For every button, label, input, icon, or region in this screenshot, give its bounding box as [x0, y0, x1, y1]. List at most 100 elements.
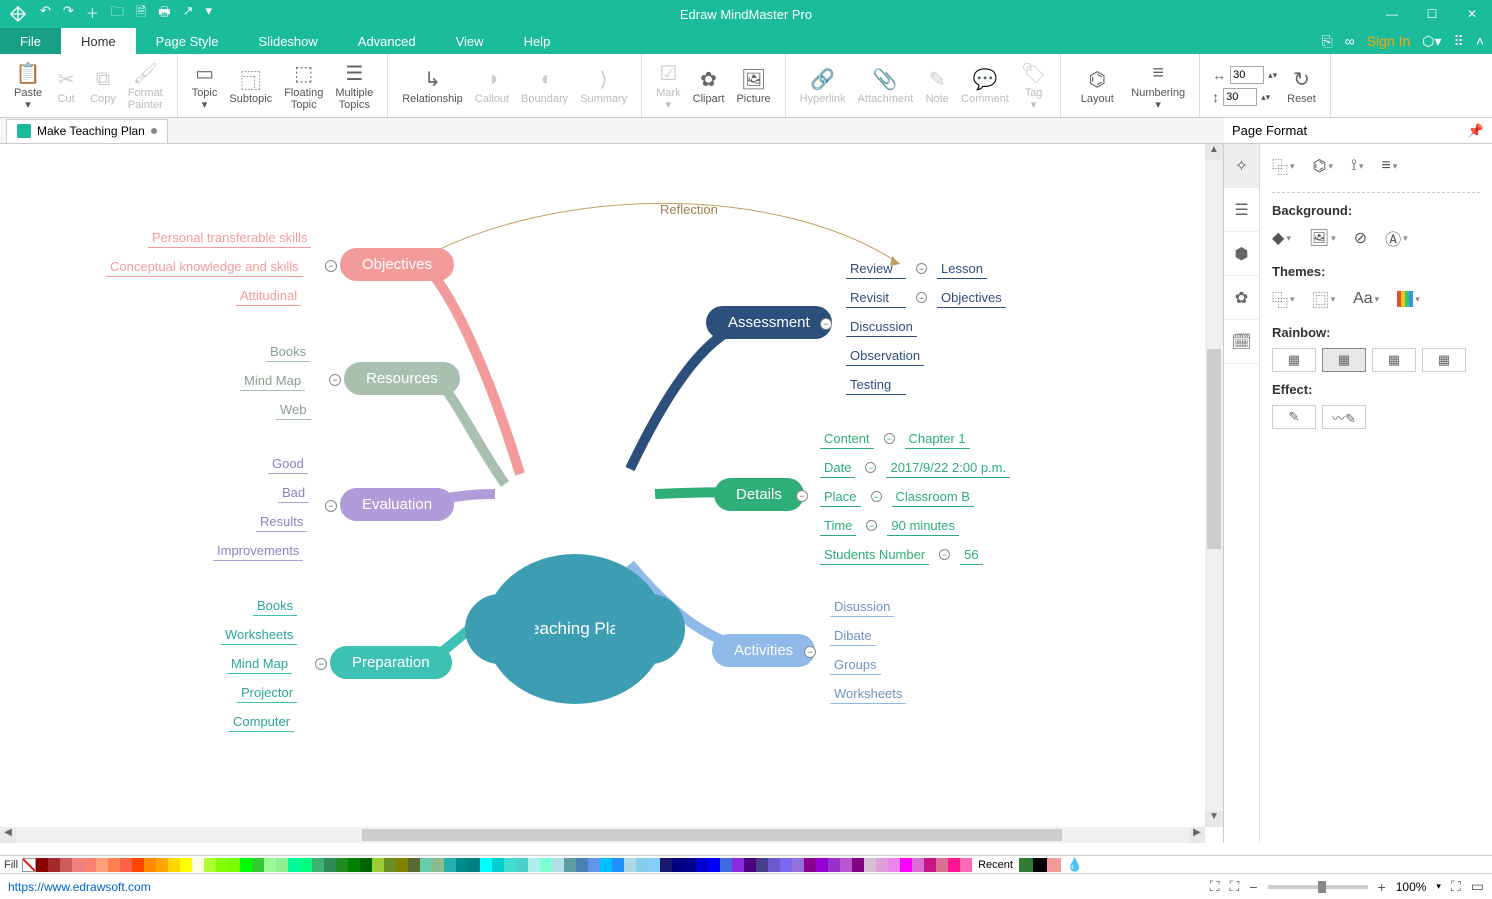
- scroll-down-icon[interactable]: ▼: [1205, 811, 1223, 827]
- color-swatch[interactable]: [552, 858, 564, 872]
- theme-font-button[interactable]: Aa▾: [1353, 290, 1379, 308]
- color-swatch[interactable]: [360, 858, 372, 872]
- color-swatch[interactable]: [720, 858, 732, 872]
- tab-view[interactable]: View: [436, 28, 504, 54]
- color-swatch[interactable]: [792, 858, 804, 872]
- rainbow-option-1[interactable]: ▦: [1272, 348, 1316, 372]
- color-swatch[interactable]: [636, 858, 648, 872]
- copy-button[interactable]: ⧉Copy: [84, 58, 122, 113]
- panel-tab-iconset[interactable]: ⬢: [1224, 232, 1259, 276]
- color-swatch[interactable]: [156, 858, 168, 872]
- zoom-out-icon[interactable]: −: [1249, 879, 1257, 895]
- color-swatch[interactable]: [384, 858, 396, 872]
- color-swatch[interactable]: [432, 858, 444, 872]
- color-swatch[interactable]: [300, 858, 312, 872]
- recent-color-swatch[interactable]: [1047, 858, 1061, 872]
- maximize-button[interactable]: ☐: [1412, 0, 1452, 28]
- vertical-scrollbar[interactable]: ▲ ▼: [1205, 144, 1223, 827]
- color-swatch[interactable]: [264, 858, 276, 872]
- sub-node[interactable]: 56: [960, 545, 982, 565]
- color-swatch[interactable]: [60, 858, 72, 872]
- numbering-button[interactable]: ≡Numbering▾: [1125, 58, 1191, 113]
- sub-node[interactable]: Projector: [237, 683, 297, 703]
- color-swatch[interactable]: [348, 858, 360, 872]
- branch-preparation[interactable]: Preparation: [330, 646, 452, 679]
- document-tab[interactable]: Make Teaching Plan: [6, 119, 168, 143]
- collapse-toggle[interactable]: −: [315, 658, 327, 670]
- layout-button[interactable]: ⌬Layout: [1069, 58, 1125, 113]
- sub-node[interactable]: Chapter 1: [905, 429, 970, 449]
- color-swatch[interactable]: [600, 858, 612, 872]
- connector-style-button[interactable]: ⌬▾: [1313, 156, 1334, 176]
- note-button[interactable]: ✎Note: [919, 58, 955, 113]
- branch-evaluation[interactable]: Evaluation: [340, 488, 454, 521]
- multiple-topics-button[interactable]: ☰Multiple Topics: [329, 58, 379, 113]
- zoom-in-icon[interactable]: +: [1378, 879, 1386, 895]
- sub-node[interactable]: Attitudinal: [236, 286, 301, 306]
- color-swatch[interactable]: [708, 858, 720, 872]
- share-icon[interactable]: ⎘: [1322, 33, 1333, 50]
- topic-button[interactable]: ▭Topic▾: [186, 58, 224, 113]
- sub-node[interactable]: Web: [276, 400, 311, 420]
- color-swatch[interactable]: [120, 858, 132, 872]
- color-swatch[interactable]: [420, 858, 432, 872]
- qat-more-icon[interactable]: ▾: [205, 3, 212, 25]
- hspacing-input[interactable]: [1230, 66, 1264, 84]
- color-swatch[interactable]: [456, 858, 468, 872]
- sub-node[interactable]: Personal transferable skills: [148, 228, 311, 248]
- color-swatch[interactable]: [780, 858, 792, 872]
- branch-resources[interactable]: Resources: [344, 362, 460, 395]
- sub-node[interactable]: Students Number: [820, 545, 929, 565]
- color-swatch[interactable]: [324, 858, 336, 872]
- sub-node[interactable]: Dibate: [830, 626, 876, 646]
- color-swatch[interactable]: [168, 858, 180, 872]
- collapse-toggle[interactable]: −: [796, 490, 808, 502]
- sub-node[interactable]: Results: [256, 512, 307, 532]
- color-swatch[interactable]: [396, 858, 408, 872]
- sub-node[interactable]: Time: [820, 516, 856, 536]
- color-swatch[interactable]: [108, 858, 120, 872]
- horizontal-scrollbar[interactable]: ◀ ▶: [0, 827, 1205, 843]
- color-swatch[interactable]: [408, 858, 420, 872]
- close-button[interactable]: ✕: [1452, 0, 1492, 28]
- branch-style-button[interactable]: ⟟▾: [1351, 157, 1363, 175]
- panel-tab-task[interactable]: 🗓: [1224, 320, 1259, 364]
- effect-hand-drawn[interactable]: ✎: [1272, 405, 1316, 429]
- color-swatch[interactable]: [72, 858, 84, 872]
- color-swatch[interactable]: [240, 858, 252, 872]
- scroll-thumb[interactable]: [1207, 349, 1221, 549]
- tab-slideshow[interactable]: Slideshow: [239, 28, 338, 54]
- layout-style-button[interactable]: ⿻▾: [1272, 154, 1295, 178]
- fullscreen-icon[interactable]: ⛶: [1451, 878, 1461, 895]
- pin-icon[interactable]: 📌: [1468, 123, 1484, 139]
- scroll-right-icon[interactable]: ▶: [1189, 827, 1205, 843]
- cut-button[interactable]: ✂Cut: [48, 58, 84, 113]
- new-button[interactable]: ＋: [86, 3, 99, 25]
- color-swatch[interactable]: [876, 858, 888, 872]
- sub-node[interactable]: Classroom B: [892, 487, 974, 507]
- color-swatch[interactable]: [732, 858, 744, 872]
- sub-node[interactable]: Place: [820, 487, 861, 507]
- color-swatch[interactable]: [588, 858, 600, 872]
- sub-node[interactable]: Review: [846, 259, 906, 279]
- color-swatch[interactable]: [924, 858, 936, 872]
- color-swatch[interactable]: [48, 858, 60, 872]
- collapse-toggle[interactable]: −: [325, 260, 337, 272]
- tab-file[interactable]: File: [0, 28, 61, 54]
- website-link[interactable]: https://www.edrawsoft.com: [8, 880, 151, 894]
- vspacing-input[interactable]: [1223, 88, 1257, 106]
- apps-icon[interactable]: ⠿: [1454, 33, 1464, 50]
- boundary-button[interactable]: ◖Boundary: [515, 58, 574, 113]
- sub-node[interactable]: Disussion: [830, 597, 894, 617]
- sub-node[interactable]: Books: [266, 342, 310, 362]
- sub-node[interactable]: Worksheets: [830, 684, 906, 704]
- rainbow-option-2[interactable]: ▦: [1322, 348, 1366, 372]
- sub-node[interactable]: Lesson: [937, 259, 987, 279]
- sub-node[interactable]: Mind Map: [227, 654, 292, 674]
- fit-page-icon[interactable]: ⛶: [1210, 878, 1220, 895]
- scroll-left-icon[interactable]: ◀: [0, 827, 16, 843]
- paste-button[interactable]: 📋Paste▾: [8, 58, 48, 113]
- effect-sketch[interactable]: 〰✎: [1322, 405, 1366, 429]
- picture-button[interactable]: 🖼Picture: [730, 58, 776, 113]
- zoom-slider[interactable]: [1268, 885, 1368, 889]
